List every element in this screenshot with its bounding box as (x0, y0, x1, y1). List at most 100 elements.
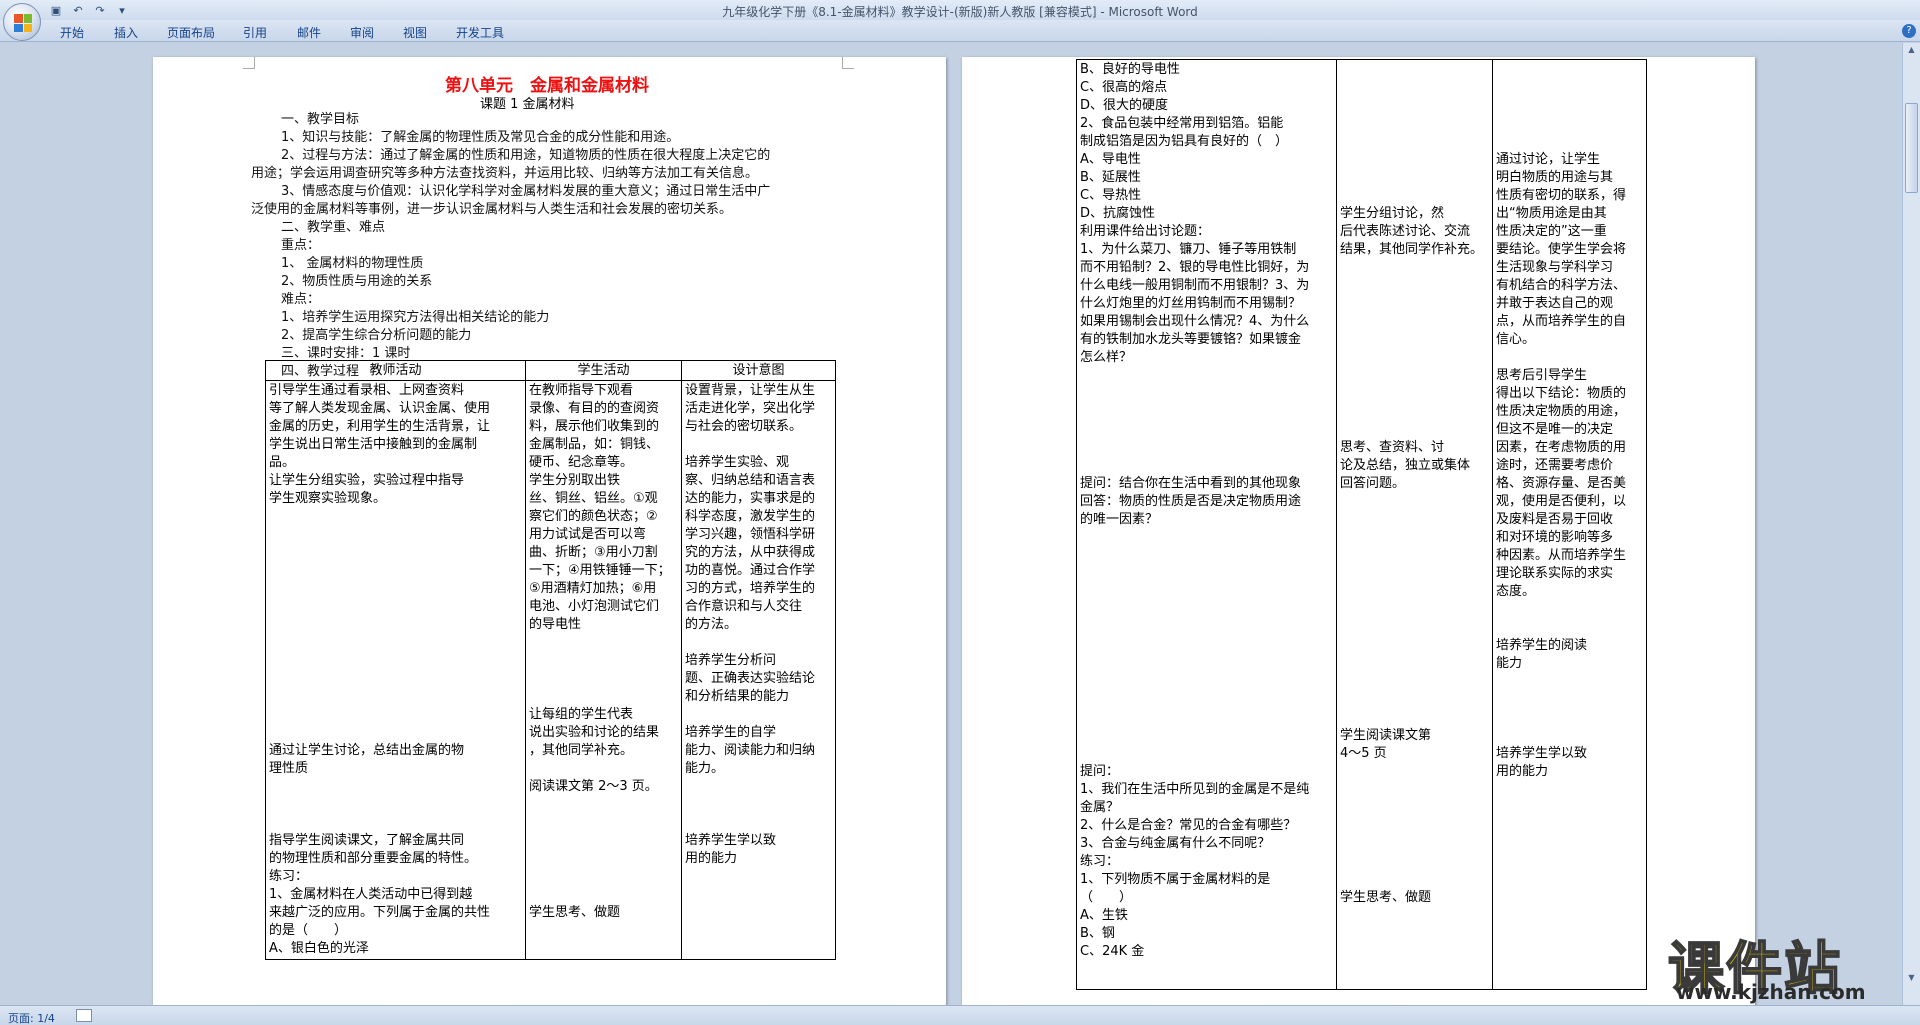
ribbon-tabs: 开始 插入 页面布局 引用 邮件 审阅 视图 开发工具 (0, 20, 1920, 42)
intro-line: 难点： (281, 292, 321, 307)
cell-line (1080, 583, 1333, 601)
cell-line (1340, 817, 1489, 835)
vertical-scrollbar[interactable]: ▲ ▼ (1902, 43, 1920, 1005)
cell-line: 学生分组讨论，然 (1340, 206, 1445, 221)
cell-line (1340, 655, 1489, 673)
cell-line: 究的方法，从中获得成 (685, 545, 816, 560)
cell-line (1080, 655, 1333, 673)
proofing-icon[interactable] (76, 1009, 92, 1022)
cell-line: 有的铁制加水龙头等要镀铬？如果镀金 (1080, 332, 1302, 347)
tab-insert[interactable]: 插入 (114, 24, 138, 41)
office-button[interactable] (3, 3, 41, 41)
tab-review[interactable]: 审阅 (350, 24, 374, 41)
cell-line (685, 922, 832, 940)
cell-line (1080, 385, 1333, 403)
cell-line (1080, 457, 1333, 475)
tab-view[interactable]: 视图 (403, 24, 427, 41)
tab-home[interactable]: 开始 (60, 24, 84, 41)
document-workspace: 第八单元 金属和金属材料 课题 1 金属材料 一、教学目标 1、知识与技能：了解金… (0, 43, 1902, 1005)
design-intent-cell[interactable]: 设置背景，让学生从生 活走进化学，突出化学 与社会的密切联系。 培养学生实验、观 察、… (681, 380, 836, 960)
cell-line: 金属？ (1080, 800, 1120, 815)
cell-line: 并敢于表达自己的观 (1496, 296, 1614, 311)
cell-line (1340, 313, 1489, 331)
scroll-up-icon[interactable]: ▲ (1904, 45, 1919, 57)
tab-developer[interactable]: 开发工具 (456, 24, 504, 41)
cell-line (1340, 385, 1489, 403)
scroll-down-icon[interactable]: ▼ (1904, 973, 1919, 985)
cell-line: 通过让学生讨论，总结出金属的物 (269, 743, 465, 758)
student-activity-cell[interactable]: 在教师指导下观看 录像、有目的的查阅资 料，展示他们收集到的 金属制品，如：铜钱、 硬币… (525, 380, 682, 960)
cell-line: （ ） (1080, 890, 1133, 905)
cell-line (1340, 61, 1489, 79)
cell-line (1340, 673, 1489, 691)
cell-line: A、银白色的光泽 (269, 941, 369, 956)
cell-line: 学生阅读课文第 (1340, 728, 1432, 743)
cell-line (1496, 889, 1643, 907)
tab-references[interactable]: 引用 (243, 24, 267, 41)
design-intent-cell[interactable]: 通过讨论，让学生 明白物质的用途与其 性质有密切的联系，得 出“物质用途是由其 性质决定… (1492, 59, 1647, 990)
cell-line (1340, 187, 1489, 205)
cell-line (269, 598, 522, 616)
cell-line (1496, 79, 1643, 97)
cell-line: 而不用铅制？2、银的导电性比铜好，为 (1080, 260, 1310, 275)
cell-line (1340, 565, 1489, 583)
teacher-activity-cell[interactable]: 引导学生通过看录相、上网查资料 等了解人类发现金属、认识金属、使用 金属的历史，利用… (265, 380, 526, 960)
cell-line: 1、金属材料在人类活动中已得到越 (269, 887, 473, 902)
cell-line: 学生观察实验现象。 (269, 491, 387, 506)
cell-line (1496, 907, 1643, 925)
cell-line: 让学生分组实验，实验过程中指导 (269, 473, 465, 488)
scroll-thumb[interactable] (1905, 103, 1918, 193)
cell-line (1340, 277, 1489, 295)
cell-line (269, 796, 522, 814)
intro-line: 一、教学目标 (281, 112, 360, 127)
tab-page-layout[interactable]: 页面布局 (167, 24, 215, 41)
cell-line (1340, 709, 1489, 727)
header-teacher-activity: 教师活动 (265, 360, 526, 381)
cell-line (1496, 691, 1643, 709)
cell-line: 信心。 (1496, 332, 1536, 347)
cell-line: 活走进化学，突出化学 (685, 401, 816, 416)
cell-line: B、钢 (1080, 926, 1115, 941)
cell-line: 用的能力 (685, 851, 738, 866)
help-icon[interactable]: ? (1902, 24, 1916, 38)
cell-line: 用力试试是否可以弯 (529, 527, 647, 542)
cell-line: C、很高的熔点 (1080, 80, 1168, 95)
cell-line (1496, 835, 1643, 853)
cell-line (685, 886, 832, 904)
header-design-intent: 设计意图 (681, 360, 836, 381)
page-counter[interactable]: 页面: 1/4 (8, 1010, 55, 1025)
cell-line (1340, 493, 1489, 511)
cell-line: 如果用锡制会出现什么情况？4、为什么 (1080, 314, 1310, 329)
cell-line (529, 688, 678, 706)
cell-line: 培养学生学以致 (1496, 746, 1588, 761)
cell-line (1080, 421, 1333, 439)
cell-line: 与社会的密切联系。 (685, 419, 803, 434)
cell-line (1340, 331, 1489, 349)
cell-line: 金属制品，如：铜钱、 (529, 437, 660, 452)
cell-line (1340, 97, 1489, 115)
cell-line: 引导学生通过看录相、上网查资料 (269, 383, 465, 398)
cell-line (529, 652, 678, 670)
crop-mark (243, 57, 255, 69)
cell-line: 但这不是唯一的决定 (1496, 422, 1614, 437)
student-activity-cell[interactable]: 学生分组讨论，然 后代表陈述讨论、交流 结果，其他同学作补充。 思考、查资料、讨 论及… (1336, 59, 1493, 990)
cell-line: 回答：物质的性质是否是决定物质用途 (1080, 494, 1302, 509)
intro-line: 二、教学重、难点 (281, 220, 386, 235)
cell-line (1080, 691, 1333, 709)
teacher-activity-cell[interactable]: B、良好的导电性 C、很高的熔点 D、很大的硬度 2、食品包装中经常用到铝箔。铝能 制成… (1076, 59, 1337, 990)
cell-line (1496, 61, 1643, 79)
cell-line: 4～5 页 (1340, 746, 1387, 761)
title-bar: ▣ ↶ ↷ ▾ 九年级化学下册《8.1-金属材料》教学设计-(新版)新人教版 [… (0, 0, 1920, 20)
cell-line: ⑤用酒精灯加热；⑥用 (529, 581, 657, 596)
cell-line: 性质有密切的联系，得 (1496, 188, 1627, 203)
cell-line: A、导电性 (1080, 152, 1141, 167)
cell-line (1340, 799, 1489, 817)
cell-line (1496, 619, 1643, 637)
cell-line: 思考、查资料、讨 (1340, 440, 1445, 455)
cell-line (1340, 637, 1489, 655)
cell-line (1496, 133, 1643, 151)
cell-line (685, 868, 832, 886)
tab-mailings[interactable]: 邮件 (297, 24, 321, 41)
cell-line (1080, 601, 1333, 619)
cell-line: 培养学生实验、观 (685, 455, 790, 470)
